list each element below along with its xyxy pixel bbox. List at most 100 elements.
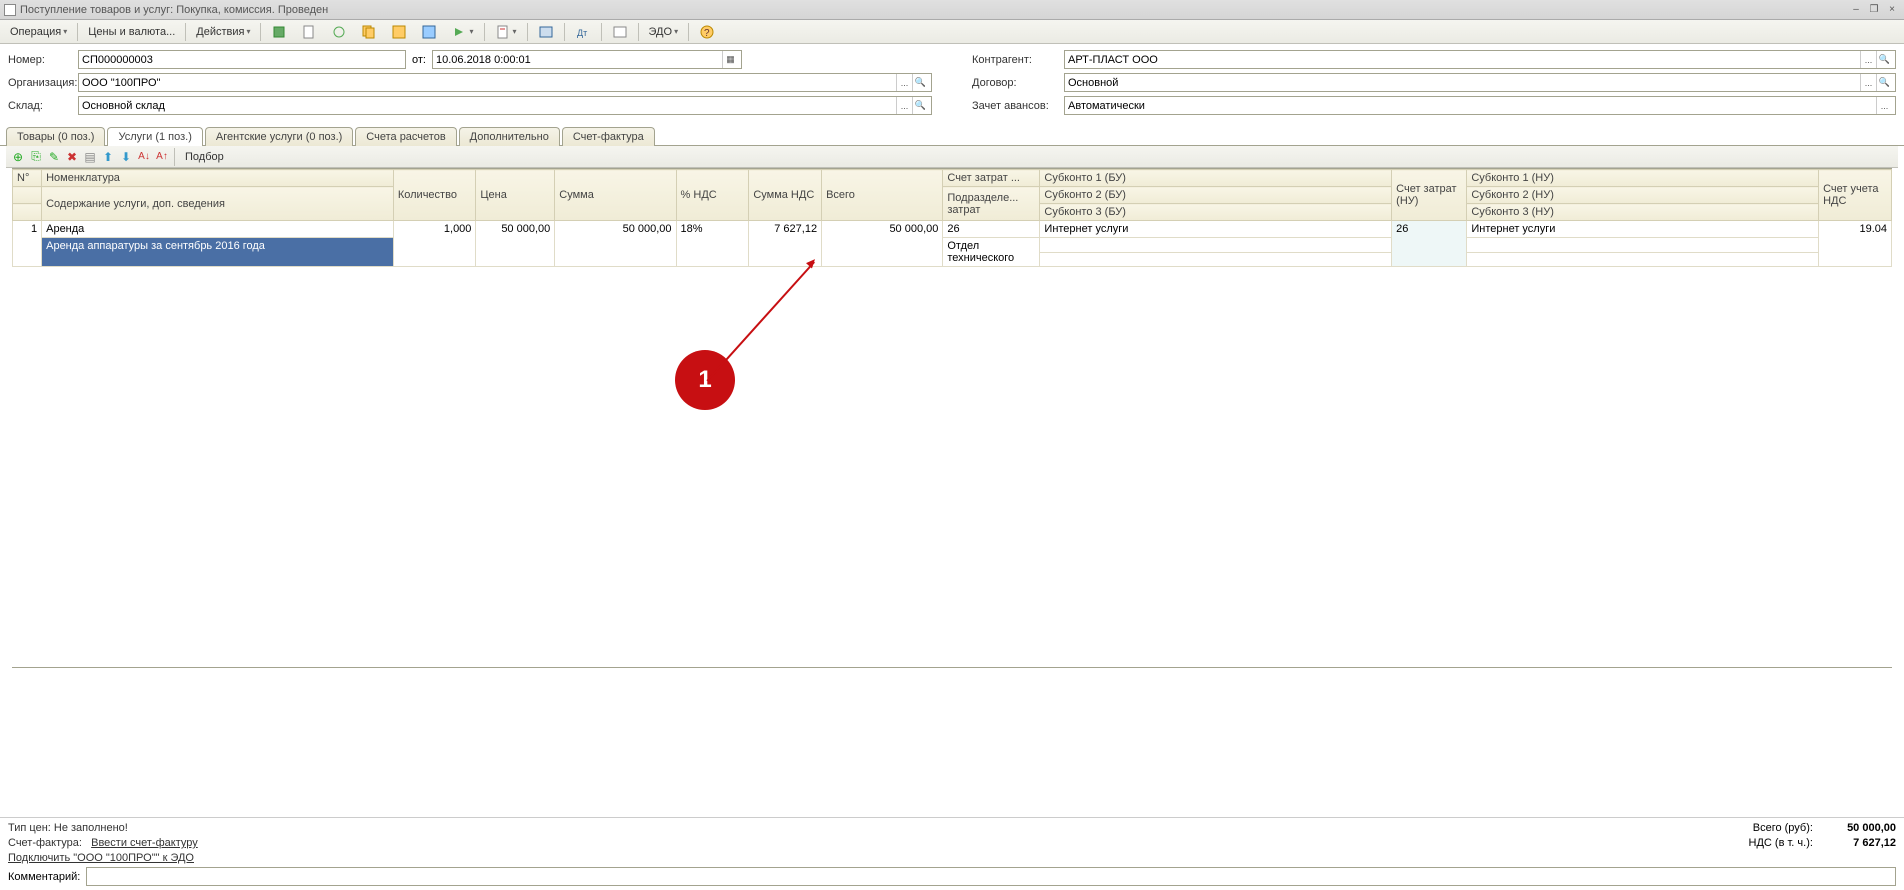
tool-icon-5[interactable]	[385, 22, 413, 42]
tool-icon-4[interactable]	[355, 22, 383, 42]
help-button[interactable]: ?	[693, 22, 721, 42]
col-nds-sum[interactable]: Сумма НДС	[749, 170, 822, 221]
tool-icon-8[interactable]: ▾	[489, 22, 523, 42]
tool-icon-11[interactable]	[606, 22, 634, 42]
col-nds-acc[interactable]: Счет учета НДС	[1819, 170, 1892, 221]
tab-dop[interactable]: Дополнительно	[459, 127, 560, 146]
tab-sf[interactable]: Счет-фактура	[562, 127, 655, 146]
col-sum[interactable]: Сумма	[555, 170, 676, 221]
ellipsis-icon[interactable]: ...	[896, 97, 912, 114]
ellipsis-icon[interactable]: ...	[1876, 97, 1892, 114]
col-nomen[interactable]: Номенклатура	[42, 170, 394, 187]
add-row-icon[interactable]: ⊕	[10, 149, 26, 165]
tool-icon-3[interactable]	[325, 22, 353, 42]
comment-input[interactable]	[86, 867, 1896, 886]
col-qty[interactable]: Количество	[393, 170, 476, 221]
ellipsis-icon[interactable]: ...	[896, 74, 912, 91]
tool-icon-6[interactable]	[415, 22, 443, 42]
date-input[interactable]: 10.06.2018 0:00:01▦	[432, 50, 742, 69]
sort-asc-icon[interactable]: A↓	[136, 149, 152, 165]
cell-zatrat[interactable]: 26	[943, 221, 1040, 238]
dogovor-input[interactable]: Основной...🔍	[1064, 73, 1896, 92]
search-icon[interactable]: 🔍	[912, 97, 928, 114]
toggle-icon[interactable]: ▤	[82, 149, 98, 165]
doc-tree-icon	[421, 24, 437, 40]
actions-menu[interactable]: Действия▾	[190, 24, 256, 40]
sort-desc-icon[interactable]: A↑	[154, 149, 170, 165]
cell-sub3bu[interactable]	[1040, 252, 1392, 267]
col-sub3nu[interactable]: Субконто 3 (НУ)	[1467, 204, 1819, 221]
cell-sub2nu[interactable]	[1467, 238, 1819, 253]
grid[interactable]: N° Номенклатура Количество Цена Сумма % …	[12, 168, 1892, 668]
cell-nds-acc[interactable]: 19.04	[1819, 221, 1892, 267]
cell-zatrat-sub[interactable]: Отдел технического	[943, 238, 1040, 267]
sklad-input[interactable]: Основной склад...🔍	[78, 96, 932, 115]
col-sub3bu[interactable]: Субконто 3 (БУ)	[1040, 204, 1392, 221]
cell-nds-pct[interactable]: 18%	[676, 221, 749, 267]
maximize-button[interactable]: ❐	[1866, 3, 1882, 17]
cell-nds-sum[interactable]: 7 627,12	[749, 221, 822, 267]
col-total[interactable]: Всего	[822, 170, 943, 221]
ellipsis-icon[interactable]: ...	[1860, 51, 1876, 68]
cell-sub3nu[interactable]	[1467, 252, 1819, 267]
move-down-icon[interactable]: ⬇	[118, 149, 134, 165]
cell-price[interactable]: 50 000,00	[476, 221, 555, 267]
ellipsis-icon[interactable]: ...	[1860, 74, 1876, 91]
col-sub1bu[interactable]: Субконто 1 (БУ)	[1040, 170, 1392, 187]
zachet-input[interactable]: Автоматически...	[1064, 96, 1896, 115]
col-nomen-sub[interactable]: Содержание услуги, доп. сведения	[42, 187, 394, 221]
cell-nomen[interactable]: Аренда	[42, 221, 394, 238]
cell-qty[interactable]: 1,000	[393, 221, 476, 267]
form-area: Номер: СП000000003 от: 10.06.2018 0:00:0…	[0, 44, 1904, 125]
col-sub2bu[interactable]: Субконто 2 (БУ)	[1040, 187, 1392, 204]
tool-icon-2[interactable]	[295, 22, 323, 42]
cell-sum[interactable]: 50 000,00	[555, 221, 676, 267]
search-icon[interactable]: 🔍	[1876, 51, 1892, 68]
table-row[interactable]: 1 Аренда 1,000 50 000,00 50 000,00 18% 7…	[13, 221, 1892, 238]
prices-button[interactable]: Цены и валюта...	[82, 24, 181, 40]
col-sub2nu[interactable]: Субконто 2 (НУ)	[1467, 187, 1819, 204]
cell-sub1nu[interactable]: Интернет услуги	[1467, 221, 1819, 238]
number-input[interactable]: СП000000003	[78, 50, 406, 69]
cell-total[interactable]: 50 000,00	[822, 221, 943, 267]
tool-icon-10[interactable]: Дт	[569, 22, 597, 42]
operation-menu[interactable]: Операция▾	[4, 24, 73, 40]
tab-uslugi[interactable]: Услуги (1 поз.)	[107, 127, 202, 146]
col-nds-pct[interactable]: % НДС	[676, 170, 749, 221]
col-price[interactable]: Цена	[476, 170, 555, 221]
tab-agent[interactable]: Агентские услуги (0 поз.)	[205, 127, 353, 146]
tab-scheta[interactable]: Счета расчетов	[355, 127, 456, 146]
minimize-button[interactable]: –	[1848, 3, 1864, 17]
tool-icon-1[interactable]	[265, 22, 293, 42]
col-sub1nu[interactable]: Субконто 1 (НУ)	[1467, 170, 1819, 187]
delete-row-icon[interactable]: ✖	[64, 149, 80, 165]
cell-nomen-sub[interactable]: Аренда аппаратуры за сентябрь 2016 года	[42, 238, 394, 267]
col-zatrat-sub[interactable]: Подразделе... затрат	[943, 187, 1040, 221]
tool-icon-9[interactable]	[532, 22, 560, 42]
search-icon[interactable]: 🔍	[912, 74, 928, 91]
tool-icon-7[interactable]: ▾	[445, 22, 479, 42]
col-zatrat[interactable]: Счет затрат ...	[943, 170, 1040, 187]
sf-link[interactable]: Ввести счет-фактуру	[91, 837, 198, 849]
org-input[interactable]: ООО "100ПРО"...🔍	[78, 73, 932, 92]
cell-zatrat-nu[interactable]: 26	[1392, 221, 1467, 267]
calendar-icon[interactable]: ▦	[722, 51, 738, 68]
tab-tovary[interactable]: Товары (0 поз.)	[6, 127, 105, 146]
add-copy-icon[interactable]: ⎘	[28, 149, 44, 165]
move-up-icon[interactable]: ⬆	[100, 149, 116, 165]
podbor-button[interactable]: Подбор	[179, 149, 230, 165]
col-n[interactable]: N°	[13, 170, 42, 187]
go-icon	[451, 24, 467, 40]
close-button[interactable]: ×	[1884, 3, 1900, 17]
edo-link[interactable]: Подключить "ООО "100ПРО"" к ЭДО	[8, 852, 194, 864]
total-label: Всего (руб):	[1753, 822, 1813, 834]
edo-menu[interactable]: ЭДО▾	[643, 24, 685, 40]
col-zatrat-nu[interactable]: Счет затрат (НУ)	[1392, 170, 1467, 221]
edit-row-icon[interactable]: ✎	[46, 149, 62, 165]
search-icon[interactable]: 🔍	[1876, 74, 1892, 91]
contr-input[interactable]: АРТ-ПЛАСТ ООО...🔍	[1064, 50, 1896, 69]
cell-sub2bu[interactable]	[1040, 238, 1392, 253]
table-row[interactable]: Аренда аппаратуры за сентябрь 2016 года …	[13, 238, 1892, 253]
dt-icon: Дт	[575, 24, 591, 40]
cell-sub1bu[interactable]: Интернет услуги	[1040, 221, 1392, 238]
